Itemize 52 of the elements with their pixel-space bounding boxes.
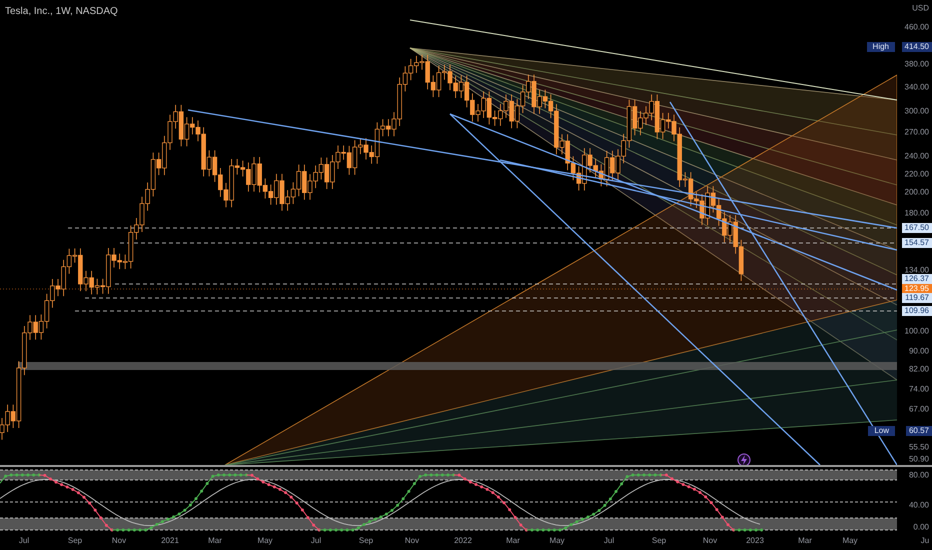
time-label: May bbox=[842, 536, 858, 545]
time-label: Nov bbox=[112, 536, 126, 545]
time-label: Jul bbox=[18, 536, 30, 545]
price-label: 240.00 bbox=[904, 152, 929, 160]
price-label: 50.90 bbox=[908, 454, 929, 464]
time-label: Jul bbox=[604, 536, 614, 545]
price-label: 55.50 bbox=[908, 442, 929, 452]
currency-label: USD bbox=[912, 4, 929, 12]
time-label: Mar bbox=[798, 536, 812, 545]
time-label: 2021 bbox=[161, 536, 179, 545]
price-label: 180.00 bbox=[904, 208, 929, 218]
marker-label: Low bbox=[868, 426, 895, 436]
price-label: 67.00 bbox=[908, 404, 929, 414]
price-label: 200.00 bbox=[904, 188, 929, 196]
price-label: 134.00 bbox=[904, 266, 929, 274]
price-marker: 123.95 bbox=[902, 284, 932, 294]
marker-label: High bbox=[866, 42, 895, 52]
price-label: 340.00 bbox=[904, 82, 929, 92]
price-label: 100.00 bbox=[904, 326, 929, 336]
time-label: 2023 bbox=[746, 536, 764, 545]
time-label: Jul bbox=[310, 536, 322, 545]
price-marker: 109.96 bbox=[902, 306, 932, 316]
oscillator-label: 40.00 bbox=[908, 500, 929, 510]
price-marker: 414.50 bbox=[902, 42, 932, 52]
oscillator-label: 0.00 bbox=[913, 522, 929, 532]
time-label: Sep bbox=[358, 536, 374, 545]
price-label: 300.00 bbox=[904, 106, 929, 116]
time-label: Mar bbox=[506, 536, 520, 545]
oscillator-label: 80.00 bbox=[908, 470, 929, 480]
time-label: Mar bbox=[208, 536, 222, 545]
price-marker: 60.57 bbox=[906, 426, 932, 436]
time-label: May bbox=[257, 536, 273, 545]
price-label: 380.00 bbox=[904, 60, 929, 68]
time-label: May bbox=[549, 536, 565, 545]
price-marker: 119.67 bbox=[902, 293, 932, 303]
price-label: 82.00 bbox=[908, 364, 929, 374]
price-label: 270.00 bbox=[904, 128, 929, 136]
price-label: 90.00 bbox=[908, 346, 929, 356]
price-marker: 167.50 bbox=[902, 223, 932, 233]
time-label: Nov bbox=[702, 536, 718, 545]
price-label: 74.00 bbox=[908, 384, 929, 394]
time-label: Ju bbox=[920, 536, 930, 545]
time-label: 2022 bbox=[454, 536, 472, 545]
time-label: Nov bbox=[404, 536, 420, 545]
time-label: Sep bbox=[68, 536, 82, 545]
price-label: 460.00 bbox=[904, 22, 929, 32]
price-marker: 126.37 bbox=[902, 274, 932, 284]
time-label: Sep bbox=[652, 536, 666, 545]
chart-title: Tesla, Inc., 1W, NASDAQ bbox=[5, 6, 118, 17]
price-marker: 154.57 bbox=[902, 238, 932, 248]
lightning-icon[interactable] bbox=[738, 454, 750, 465]
price-label: 220.00 bbox=[904, 170, 929, 178]
